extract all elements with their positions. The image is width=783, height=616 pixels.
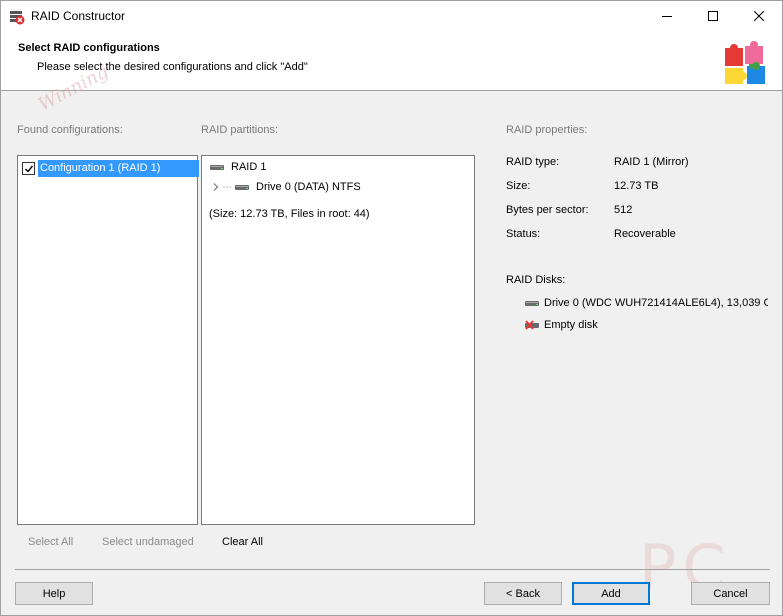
maximize-button[interactable] <box>690 1 736 31</box>
close-icon <box>754 11 764 21</box>
bytes-per-sector-value: 512 <box>614 204 633 216</box>
disk-label: Empty disk <box>544 319 598 331</box>
found-configurations-label: Found configurations: <box>17 124 123 136</box>
maximize-icon <box>708 11 718 21</box>
raid-partitions-label: RAID partitions: <box>201 124 279 136</box>
cancel-button[interactable]: Cancel <box>691 582 770 605</box>
raid-app-icon <box>10 11 25 25</box>
tree-connector-icon <box>223 186 231 188</box>
checkmark-icon <box>24 165 33 173</box>
raid-properties-label: RAID properties: <box>506 124 588 136</box>
tree-child-label: Drive 0 (DATA) NTFS <box>256 181 361 193</box>
tree-child[interactable]: Drive 0 (DATA) NTFS <box>211 181 361 193</box>
raid-constructor-window: RAID Constructor Select RAID configurati… <box>0 0 783 616</box>
header-title: Select RAID configurations <box>18 42 160 54</box>
raid-drive-icon <box>210 165 224 170</box>
raid-type-value: RAID 1 (Mirror) <box>614 156 689 168</box>
status-value: Recoverable <box>614 228 676 240</box>
config-label[interactable]: Configuration 1 (RAID 1) <box>38 160 199 177</box>
disk-row: Drive 0 (WDC WUH721414ALE6L4), 13,039 GB <box>524 297 768 309</box>
list-item[interactable]: Configuration 1 (RAID 1) <box>22 160 199 177</box>
raid-type-key: RAID type: <box>506 156 560 168</box>
partitions-tree[interactable]: RAID 1 Drive 0 (DATA) NTFS (Size: 12.73 … <box>201 155 475 525</box>
chevron-right-icon[interactable] <box>211 182 221 192</box>
size-value: 12.73 TB <box>614 180 659 192</box>
drive-icon <box>235 185 249 190</box>
disk-label: Drive 0 (WDC WUH721414ALE6L4), 13,039 GB <box>544 297 768 309</box>
missing-drive-icon <box>525 320 539 330</box>
raid-disks-label: RAID Disks: <box>506 274 566 286</box>
select-undamaged-button[interactable]: Select undamaged <box>102 536 194 548</box>
config-checkbox[interactable] <box>22 162 35 175</box>
size-key: Size: <box>506 180 531 192</box>
minimize-icon <box>662 16 672 17</box>
configurations-list[interactable]: Configuration 1 (RAID 1) <box>17 155 199 525</box>
bytes-per-sector-key: Bytes per sector: <box>506 204 589 216</box>
help-button[interactable]: Help <box>15 582 93 605</box>
clear-all-button[interactable]: Clear All <box>222 536 263 548</box>
disk-row: Empty disk <box>524 319 598 331</box>
header-subtitle: Please select the desired configurations… <box>37 61 308 73</box>
tree-root-label: RAID 1 <box>231 161 267 173</box>
puzzle-icon <box>725 41 765 84</box>
close-button[interactable] <box>736 1 782 31</box>
status-key: Status: <box>506 228 541 240</box>
select-all-button[interactable]: Select All <box>28 536 73 548</box>
title-bar: RAID Constructor <box>1 1 782 31</box>
partition-size-info: (Size: 12.73 TB, Files in root: 44) <box>209 208 370 220</box>
back-button[interactable]: < Back <box>484 582 562 605</box>
drive-icon <box>525 301 539 306</box>
wizard-header: Select RAID configurations Please select… <box>1 31 782 91</box>
window-title: RAID Constructor <box>31 9 126 23</box>
minimize-button[interactable] <box>644 1 690 31</box>
add-button[interactable]: Add <box>572 582 650 605</box>
footer-divider <box>15 569 770 570</box>
tree-root[interactable]: RAID 1 <box>209 161 266 173</box>
